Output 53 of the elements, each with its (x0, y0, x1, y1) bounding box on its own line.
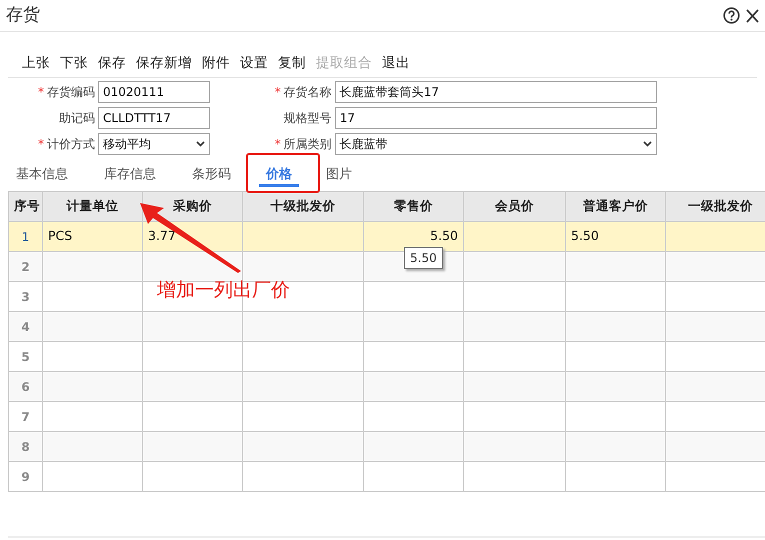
field-label: 规格型号 (284, 111, 332, 125)
table-cell: 5.50 (566, 222, 666, 252)
tab[interactable]: 条形码 (185, 157, 238, 187)
window-title: 存货 (6, 4, 40, 27)
column-header: 一级批发价 (666, 192, 765, 222)
column-header: 零售价 (364, 192, 464, 222)
column-header: 计量单位 (42, 192, 142, 222)
toolbar-button[interactable]: 保存 (98, 50, 126, 77)
caret-icon (196, 141, 205, 147)
table-cell: 5.50 (364, 222, 464, 252)
toolbar-button[interactable]: 上张 (22, 50, 50, 77)
column-header: 采购价 (142, 192, 242, 222)
column-header: 会员价 (464, 192, 566, 222)
field-label: 存货名称 (284, 85, 332, 99)
tab[interactable]: 价格 (259, 157, 299, 187)
field-label: 助记码 (59, 111, 95, 125)
toolbar-button[interactable]: 附件 (202, 50, 230, 77)
toolbar-button[interactable]: 退出 (382, 50, 410, 77)
select-field[interactable]: 长鹿蓝带 (334, 133, 657, 155)
row-number: 4 (8, 312, 42, 342)
field-label: 所属类别 (284, 137, 332, 151)
toolbar-button[interactable]: 保存新增 (136, 50, 192, 77)
required-mark: * (274, 85, 281, 99)
annotation-text: 增加一列出厂价 (157, 278, 290, 303)
input-field[interactable]: CLLDTTT17 (98, 107, 210, 129)
column-header: 十级批发价 (242, 192, 364, 222)
caret-icon (643, 141, 652, 147)
tab[interactable]: 库存信息 (97, 157, 163, 187)
tab[interactable]: 图片 (319, 157, 359, 187)
required-mark: * (274, 137, 281, 151)
required-mark: * (38, 137, 44, 151)
toolbar-button[interactable]: 下张 (60, 50, 88, 77)
input-field[interactable]: 长鹿蓝带套筒头17 (334, 81, 657, 103)
input-field[interactable]: 17 (334, 107, 657, 129)
select-field[interactable]: 移动平均 (98, 133, 210, 155)
tab[interactable]: 基本信息 (9, 157, 75, 187)
field-label: 存货编码 (47, 85, 95, 99)
column-header: 普通客户价 (566, 192, 666, 222)
toolbar-button[interactable]: 设置 (240, 50, 268, 77)
table-cell: PCS (42, 222, 142, 252)
tooltip: 5.50 (404, 247, 443, 269)
help-icon[interactable] (722, 7, 740, 24)
field-label: 计价方式 (47, 137, 95, 151)
row-number: 9 (8, 462, 42, 492)
row-number: 2 (8, 252, 42, 282)
input-field[interactable]: 01020111 (98, 81, 210, 103)
row-number: 8 (8, 432, 42, 462)
row-number: 6 (8, 372, 42, 402)
row-number: 1 (8, 222, 42, 252)
toolbar-button[interactable]: 复制 (278, 50, 306, 77)
required-mark: * (38, 85, 44, 99)
close-icon[interactable] (746, 8, 759, 22)
column-header: 序号 (8, 192, 42, 222)
